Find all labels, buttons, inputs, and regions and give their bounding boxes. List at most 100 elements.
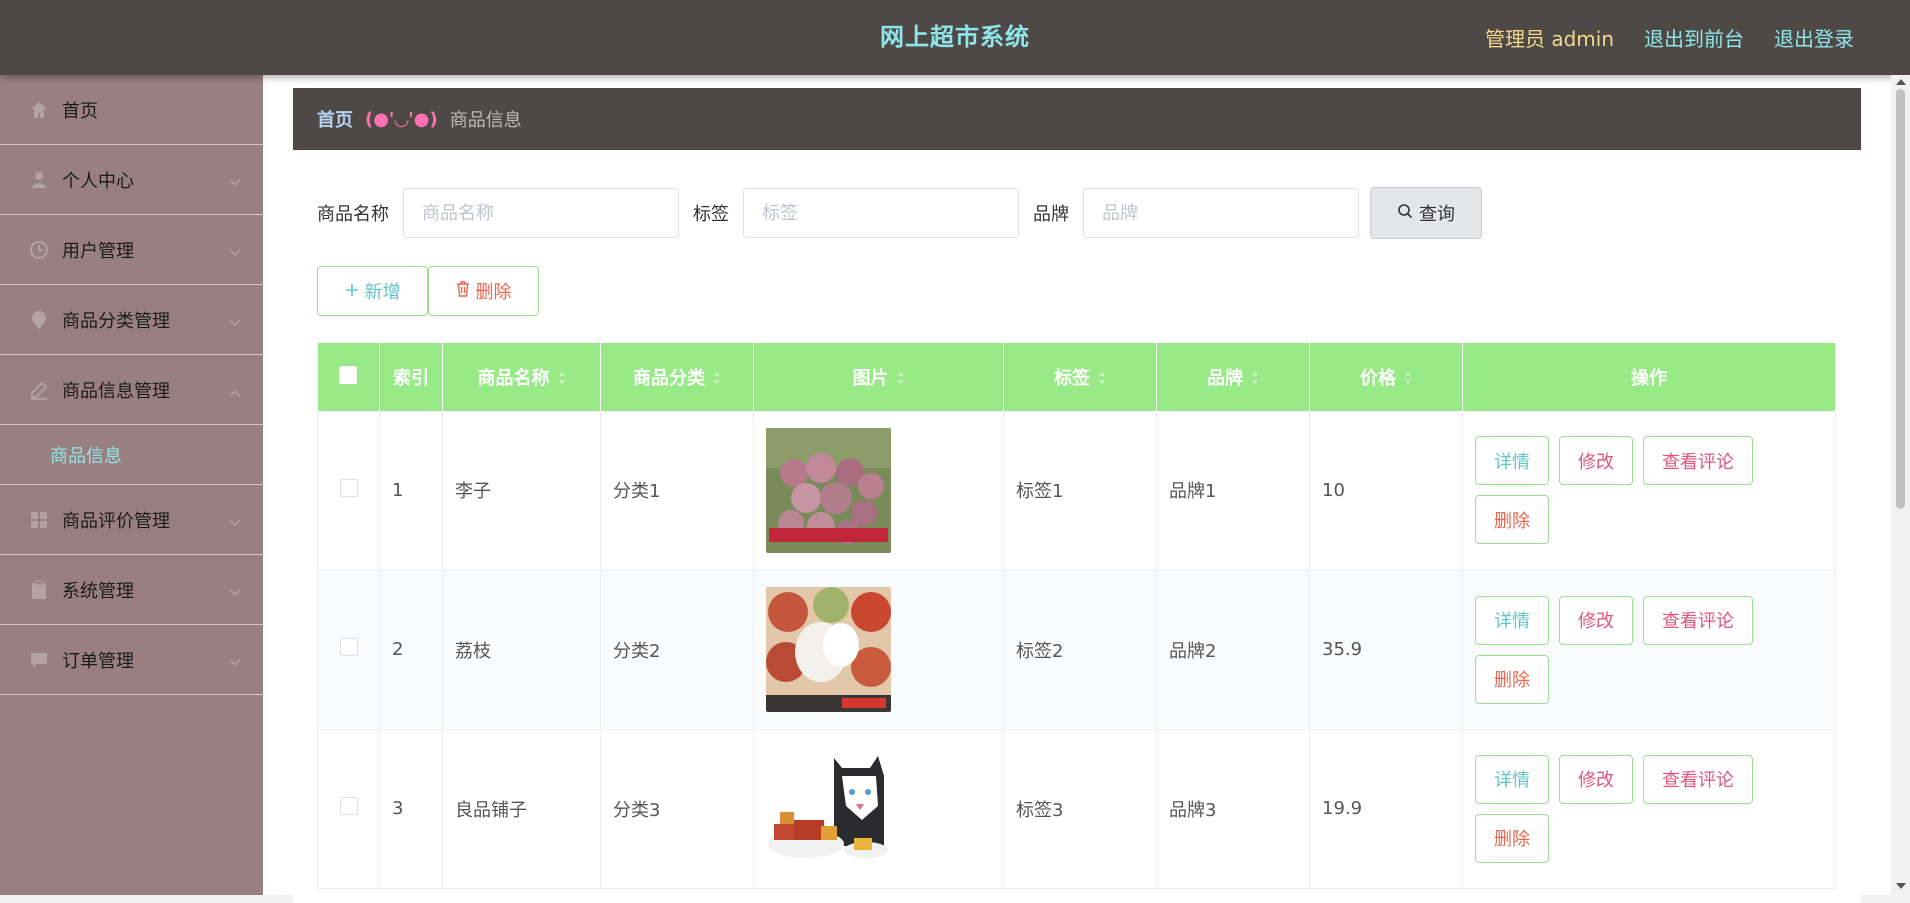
- delete-button[interactable]: 删除: [1475, 654, 1549, 704]
- column-header-category[interactable]: 商品分类: [600, 343, 754, 411]
- sidebar-item-home[interactable]: 首页: [0, 75, 263, 145]
- table-row: 1 李子 分类1 标签1 品牌1 10 详情 修改 查看评论 删除: [317, 411, 1836, 571]
- page-scrollbar[interactable]: [1891, 75, 1910, 895]
- lychee-photo: [766, 587, 891, 712]
- exit-to-frontend-link[interactable]: 退出到前台: [1644, 23, 1744, 52]
- column-header-name[interactable]: 商品名称: [442, 343, 601, 411]
- bulk-delete-button[interactable]: 删除: [428, 266, 539, 316]
- scrollbar-thumb[interactable]: [1896, 89, 1905, 509]
- scroll-down-arrow-icon[interactable]: [1896, 883, 1906, 889]
- table-row: 2 荔枝 分类2 标签2 品牌2 35.9 详情 修改 查看评论 删除: [317, 570, 1836, 730]
- content-panel: 商品名称 标签 品牌 查询 新增 删除: [293, 163, 1861, 903]
- sidebar-item-category-management[interactable]: 商品分类管理: [0, 285, 263, 355]
- column-header-price[interactable]: 价格: [1309, 343, 1463, 411]
- detail-button[interactable]: 详情: [1475, 436, 1549, 486]
- row-checkbox[interactable]: [339, 478, 358, 497]
- home-icon: [28, 99, 50, 121]
- table-row: 3 良品铺子 分类3 标签3 品牌3 19.9 详情 修改 查看评论 删除: [317, 729, 1836, 889]
- delete-button[interactable]: 删除: [1475, 813, 1549, 863]
- row-actions: 详情 修改 查看评论 删除: [1475, 436, 1775, 545]
- column-header-index: 索引: [379, 343, 443, 411]
- action-bar: 新增 删除: [317, 266, 539, 316]
- edit-button[interactable]: 修改: [1559, 754, 1633, 804]
- select-all-cell[interactable]: [317, 343, 380, 411]
- name-label: 商品名称: [317, 204, 389, 225]
- cell-index: 3: [379, 729, 443, 889]
- row-select-cell[interactable]: [317, 729, 380, 889]
- query-button[interactable]: 查询: [1370, 187, 1482, 239]
- brand-search-input[interactable]: [1083, 188, 1359, 238]
- sidebar-item-user-management[interactable]: 用户管理: [0, 215, 263, 285]
- add-label: 新增: [364, 282, 401, 303]
- cell-index: 2: [379, 570, 443, 730]
- select-all-checkbox[interactable]: [339, 365, 358, 384]
- add-button[interactable]: 新增: [317, 266, 428, 316]
- cell-tag: 标签2: [1003, 570, 1157, 730]
- plus-icon: [345, 281, 359, 302]
- sidebar-item-label: 商品评价管理: [62, 510, 170, 532]
- row-checkbox[interactable]: [339, 638, 358, 656]
- breadcrumb-separator: (●'◡'●): [365, 108, 438, 130]
- chevron-up-icon: [229, 381, 241, 402]
- clock-icon: [28, 239, 50, 261]
- cell-tag: 标签1: [1003, 411, 1157, 571]
- sort-icon[interactable]: [713, 369, 721, 390]
- row-checkbox[interactable]: [339, 797, 358, 815]
- admin-badge: 管理员 admin: [1485, 23, 1614, 52]
- view-reviews-button[interactable]: 查看评论: [1643, 436, 1753, 486]
- chevron-down-icon: [229, 171, 241, 192]
- detail-button[interactable]: 详情: [1475, 754, 1549, 804]
- breadcrumb-home[interactable]: 首页: [317, 106, 353, 132]
- cell-index: 1: [379, 411, 443, 571]
- logout-link[interactable]: 退出登录: [1774, 23, 1854, 52]
- main-content: 首页 (●'◡'●) 商品信息 商品名称 标签 品牌 查询 新增: [263, 75, 1891, 903]
- row-select-cell[interactable]: [317, 570, 380, 730]
- detail-button[interactable]: 详情: [1475, 595, 1549, 645]
- sort-icon[interactable]: [1404, 369, 1412, 390]
- column-header-image[interactable]: 图片: [753, 343, 1004, 411]
- sort-icon[interactable]: [897, 369, 905, 390]
- row-actions: 详情 修改 查看评论 删除: [1475, 754, 1775, 863]
- sort-icon[interactable]: [558, 369, 566, 390]
- cell-tag: 标签3: [1003, 729, 1157, 889]
- search-icon: [1397, 203, 1413, 224]
- row-actions: 详情 修改 查看评论 删除: [1475, 595, 1775, 704]
- view-reviews-button[interactable]: 查看评论: [1643, 595, 1753, 645]
- cell-price: 10: [1309, 411, 1463, 571]
- sidebar-item-order-management[interactable]: 订单管理: [0, 625, 263, 695]
- cell-image: [753, 411, 1004, 571]
- snack-bag-photo: [766, 746, 891, 871]
- view-reviews-button[interactable]: 查看评论: [1643, 754, 1753, 804]
- scroll-up-arrow-icon[interactable]: [1896, 79, 1906, 85]
- sidebar-subitem-product-info[interactable]: 商品信息: [0, 425, 263, 485]
- edit-button[interactable]: 修改: [1559, 595, 1633, 645]
- admin-role: 管理员: [1484, 27, 1545, 51]
- product-table: 索引 商品名称 商品分类 图片 标签 品牌 价格 操作 1 李子 分类1 标签1…: [317, 343, 1836, 889]
- sidebar-item-product-info-management[interactable]: 商品信息管理: [0, 355, 263, 425]
- user-icon: [28, 169, 50, 191]
- cell-actions: 详情 修改 查看评论 删除: [1462, 411, 1836, 571]
- sidebar-item-system-management[interactable]: 系统管理: [0, 555, 263, 625]
- sidebar-item-label: 个人中心: [62, 170, 134, 192]
- delete-label: 删除: [475, 282, 512, 303]
- cell-image: [753, 570, 1004, 730]
- chat-icon: [28, 649, 50, 671]
- row-select-cell[interactable]: [317, 411, 380, 571]
- edit-button[interactable]: 修改: [1559, 436, 1633, 486]
- column-header-brand[interactable]: 品牌: [1156, 343, 1310, 411]
- sort-icon[interactable]: [1098, 369, 1106, 390]
- delete-button[interactable]: 删除: [1475, 495, 1549, 545]
- chevron-down-icon: [229, 651, 241, 672]
- tag-search-input[interactable]: [743, 188, 1019, 238]
- cell-name: 良品铺子: [442, 729, 601, 889]
- table-header-row: 索引 商品名称 商品分类 图片 标签 品牌 价格 操作: [317, 343, 1836, 411]
- chevron-down-icon: [229, 511, 241, 532]
- sidebar-item-review-management[interactable]: 商品评价管理: [0, 485, 263, 555]
- sort-icon[interactable]: [1251, 369, 1259, 390]
- sidebar-item-profile[interactable]: 个人中心: [0, 145, 263, 215]
- column-header-tag[interactable]: 标签: [1003, 343, 1157, 411]
- name-search-input[interactable]: [403, 188, 679, 238]
- cell-image: [753, 729, 1004, 889]
- column-header-actions: 操作: [1462, 343, 1836, 411]
- cell-brand: 品牌1: [1156, 411, 1310, 571]
